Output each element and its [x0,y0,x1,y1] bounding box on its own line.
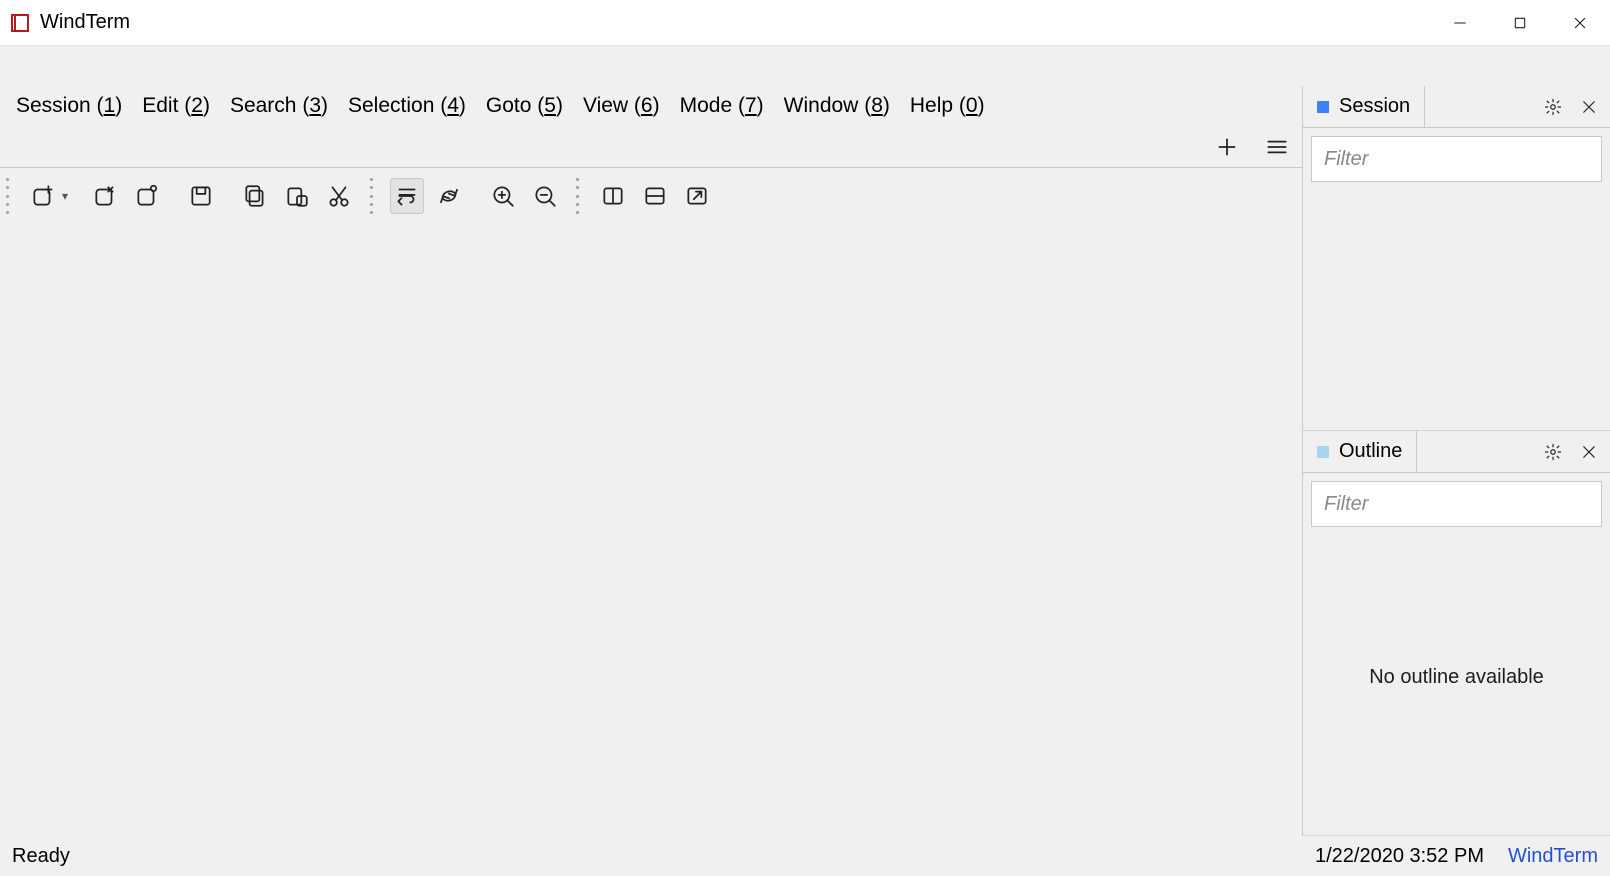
maximize-button[interactable] [1490,0,1550,46]
split-vertical-button[interactable] [596,178,630,214]
outline-empty-text: No outline available [1311,527,1602,827]
outline-dot-icon [1317,446,1329,458]
new-session-icon [26,178,60,214]
outline-tab-label: Outline [1339,440,1402,463]
save-button[interactable] [184,178,218,214]
minimize-button[interactable] [1430,0,1490,46]
main: Session (1) Edit (2) Search (3) Selectio… [0,86,1610,836]
titlebar: WindTerm [0,0,1610,46]
outline-panel: Outline No outline available [1303,431,1610,836]
popout-button[interactable] [680,178,714,214]
outline-close-button[interactable] [1574,437,1604,467]
zoom-in-button[interactable] [486,178,520,214]
toolbar-grip-icon [370,178,376,214]
window-controls [1430,0,1610,46]
app-title: WindTerm [40,11,130,34]
session-filter-input[interactable] [1311,136,1602,182]
cut-button[interactable] [322,178,356,214]
toolbar-grip-icon [6,178,12,214]
statusbar: Ready 1/22/2020 3:52 PM WindTerm [0,836,1610,876]
session-close-button[interactable] [1574,92,1604,122]
toolbar-grip-icon [576,178,582,214]
menubar: Session (1) Edit (2) Search (3) Selectio… [0,86,1302,126]
close-session-button[interactable] [88,178,122,214]
session-tab[interactable]: Session [1303,86,1425,127]
menu-view[interactable]: View (6) [573,90,670,122]
status-text: Ready [12,845,70,868]
copy-button[interactable] [238,178,272,214]
split-horizontal-button[interactable] [638,178,672,214]
status-datetime: 1/22/2020 3:52 PM [1315,845,1484,868]
tab-strip [0,126,1302,168]
auto-wrap-button[interactable] [390,178,424,214]
session-panel: Session [1303,86,1610,431]
new-session-dropdown[interactable]: ▾ [26,178,68,214]
paste-button[interactable] [280,178,314,214]
outline-tab[interactable]: Outline [1303,431,1417,472]
editor-workspace [0,224,1302,836]
menu-window[interactable]: Window (8) [774,90,900,122]
outline-filter-input[interactable] [1311,481,1602,527]
app-icon [8,11,32,35]
toolbar: ▾ [0,168,1302,224]
menu-mode[interactable]: Mode (7) [670,90,774,122]
menu-edit[interactable]: Edit (2) [132,90,220,122]
zoom-out-button[interactable] [528,178,562,214]
outline-settings-button[interactable] [1538,437,1568,467]
session-tab-label: Session [1339,95,1410,118]
menu-goto[interactable]: Goto (5) [476,90,573,122]
menu-search[interactable]: Search (3) [220,90,338,122]
sidebar: Session Outline [1302,86,1610,836]
new-tab-button[interactable] [1210,129,1244,165]
status-brand[interactable]: WindTerm [1508,845,1598,868]
menu-session[interactable]: Session (1) [6,90,132,122]
close-button[interactable] [1550,0,1610,46]
reload-button[interactable] [432,178,466,214]
session-dot-icon [1317,101,1329,113]
tab-list-button[interactable] [1260,129,1294,165]
session-settings-button[interactable] [1538,92,1568,122]
menu-help[interactable]: Help (0) [900,90,995,122]
reconnect-session-button[interactable] [130,178,164,214]
menu-selection[interactable]: Selection (4) [338,90,476,122]
chevron-down-icon: ▾ [62,189,68,203]
